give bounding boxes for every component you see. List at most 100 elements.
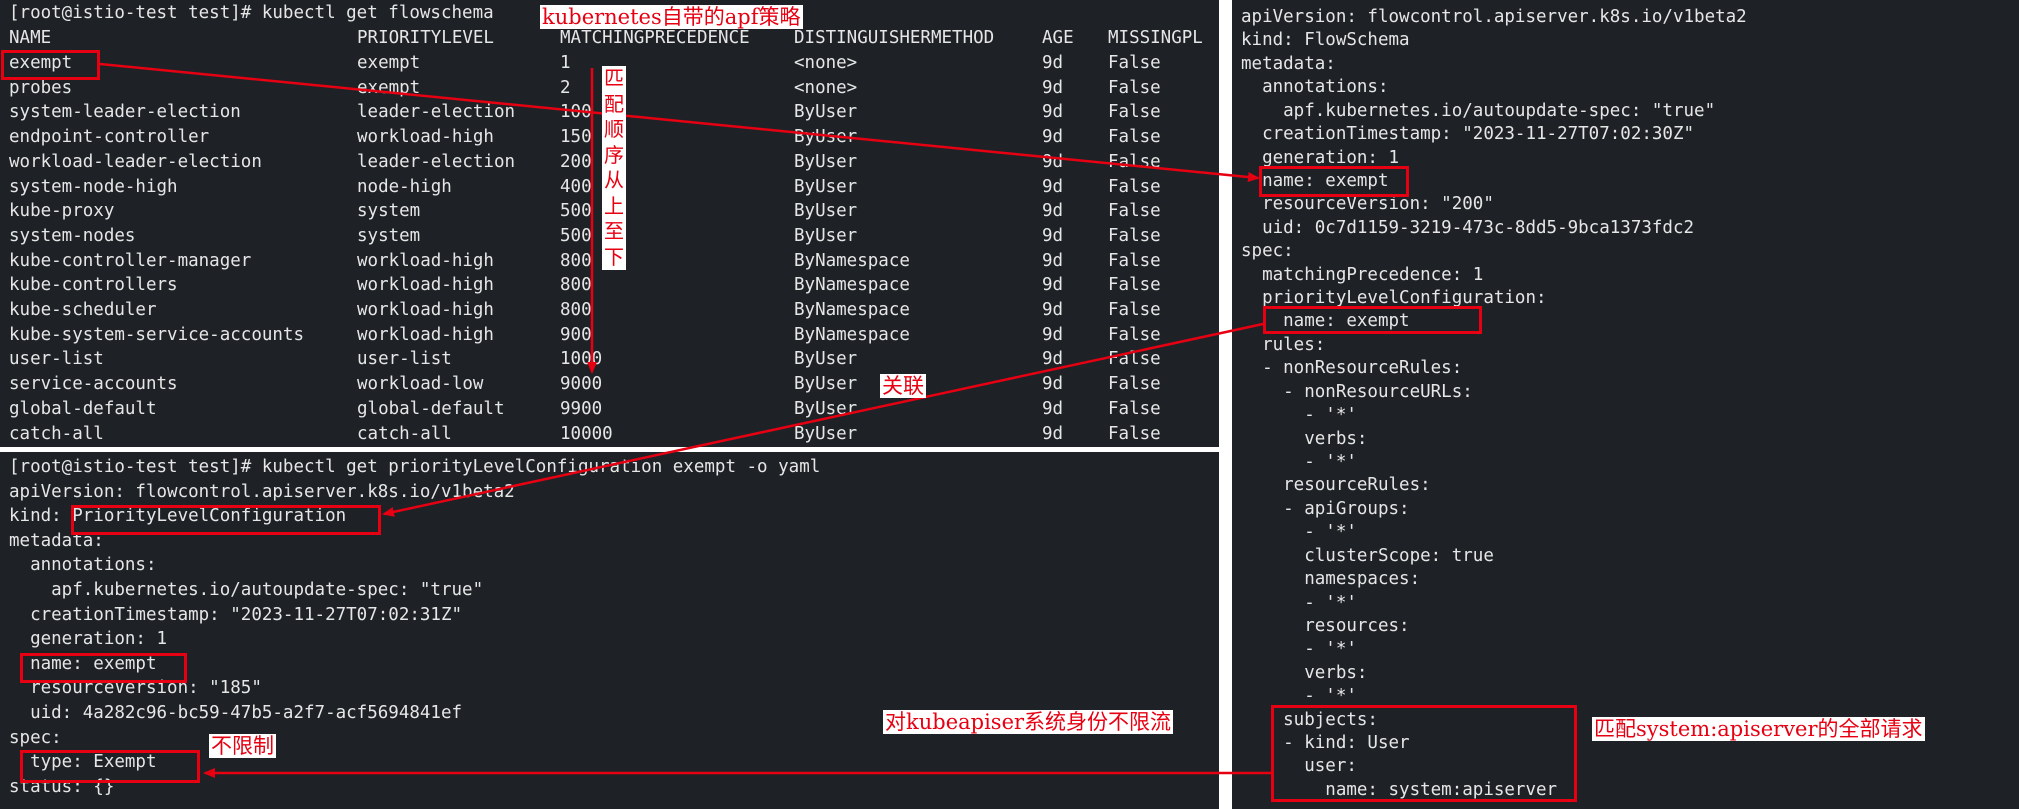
cell-matchingprecedence: 9000 <box>560 374 603 395</box>
flowschema-yaml-line: - '*' <box>1241 451 1357 472</box>
plc-yaml-line: apf.kubernetes.io/autoupdate-spec: "true… <box>9 580 484 600</box>
flowschema-yaml-line: metadata: <box>1241 53 1336 74</box>
flowschema-yaml-line: - '*' <box>1241 639 1357 660</box>
cell-prioritylevel: leader-election <box>357 151 516 172</box>
cell-missingpl: False <box>1108 225 1161 246</box>
flowschema-yaml-line: - nonResourceURLs: <box>1241 381 1473 402</box>
column-header-missingpl: MISSINGPL <box>1108 28 1203 48</box>
flowschema-yaml-line: resources: <box>1241 615 1410 636</box>
cell-name: kube-proxy <box>9 201 115 222</box>
cell-missingpl: False <box>1108 398 1161 419</box>
cell-matchingprecedence: 1 <box>560 53 571 73</box>
cell-distinguishermethod: ByUser <box>794 398 858 419</box>
cell-distinguishermethod: ByUser <box>794 374 858 395</box>
annotation-association: 关联 <box>880 374 926 398</box>
cell-age: 9d <box>1042 300 1064 320</box>
flowschema-yaml-line: namespaces: <box>1241 569 1421 590</box>
flowschema-yaml-line: apiVersion: flowcontrol.apiserver.k8s.io… <box>1241 7 1747 27</box>
cell-distinguishermethod: ByUser <box>794 127 858 148</box>
cell-missingpl: False <box>1108 102 1161 123</box>
flowschema-yaml-line: kind: FlowSchema <box>1241 30 1410 51</box>
cell-distinguishermethod: ByUser <box>794 151 858 172</box>
cell-matchingprecedence: 500 <box>560 201 592 222</box>
flowschema-yaml-line: clusterScope: true <box>1241 545 1494 566</box>
cell-prioritylevel: leader-election <box>357 102 516 123</box>
table-row: catch-all catch-all 10000 ByUser 9d False <box>9 422 1219 447</box>
cell-missingpl: False <box>1108 324 1161 345</box>
cell-missingpl: False <box>1108 53 1161 73</box>
flowschema-yaml-line: resourceRules: <box>1241 475 1431 496</box>
cell-prioritylevel: exempt <box>357 77 421 98</box>
cell-age: 9d <box>1042 102 1064 123</box>
cell-missingpl: False <box>1108 176 1161 197</box>
cell-missingpl: False <box>1108 374 1161 395</box>
cell-distinguishermethod: ByNamespace <box>794 324 910 345</box>
flowschema-yaml-line: - apiGroups: <box>1241 498 1410 519</box>
cell-matchingprecedence: 400 <box>560 176 592 197</box>
plc-yaml-line: spec: <box>9 727 62 748</box>
highlight-box-plc-name <box>20 653 187 683</box>
cell-name: catch-all <box>9 423 104 444</box>
flowschema-yaml-terminal[interactable]: apiVersion: flowcontrol.apiserver.k8s.io… <box>1232 0 2019 809</box>
flowschema-yaml-line: - '*' <box>1241 592 1357 613</box>
cell-name: service-accounts <box>9 374 178 395</box>
cell-missingpl: False <box>1108 300 1161 320</box>
cell-distinguishermethod: ByNamespace <box>794 250 910 271</box>
cell-matchingprecedence: 800 <box>560 275 592 296</box>
plc-yaml-line: [root@istio-test test]# kubectl get prio… <box>9 457 821 477</box>
cell-prioritylevel: workload-high <box>357 324 494 345</box>
cell-age: 9d <box>1042 275 1064 296</box>
cell-prioritylevel: exempt <box>357 53 421 73</box>
column-header-age: AGE <box>1042 28 1074 48</box>
cell-distinguishermethod: ByUser <box>794 225 858 246</box>
table-row: kube-controllers workload-high 800 ByNamesp… <box>9 273 1219 298</box>
highlight-box-exempt-row <box>1 50 100 80</box>
cell-prioritylevel: user-list <box>357 349 452 370</box>
cell-distinguishermethod: <none> <box>794 77 858 98</box>
table-row: kube-scheduler workload-high 800 ByNamespac… <box>9 298 1219 323</box>
flowschema-yaml-line: verbs: <box>1241 662 1368 683</box>
highlight-box-priority-level-name <box>1263 306 1482 334</box>
annotation-builtin-apf: kubernetes自带的apf策略 <box>540 5 803 29</box>
cell-matchingprecedence: 9900 <box>560 398 603 419</box>
flowschema-yaml-line: verbs: <box>1241 428 1368 449</box>
cell-age: 9d <box>1042 374 1064 395</box>
cell-name: user-list <box>9 349 104 370</box>
cell-age: 9d <box>1042 201 1064 222</box>
cell-distinguishermethod: ByUser <box>794 423 858 444</box>
cell-name: system-nodes <box>9 225 136 246</box>
cell-prioritylevel: global-default <box>357 398 505 419</box>
cell-matchingprecedence: 100 <box>560 102 592 123</box>
cell-matchingprecedence: 900 <box>560 324 592 345</box>
plc-yaml-line: creationTimestamp: "2023-11-27T07:02:31Z… <box>9 604 463 625</box>
cell-prioritylevel: system <box>357 201 421 222</box>
cell-prioritylevel: system <box>357 225 421 246</box>
cell-missingpl: False <box>1108 275 1161 296</box>
annotation-match-order: 匹配顺序从上至下 <box>602 66 626 270</box>
cell-matchingprecedence: 800 <box>560 300 592 320</box>
cell-matchingprecedence: 200 <box>560 151 592 172</box>
cell-distinguishermethod: ByUser <box>794 349 858 370</box>
annotation-match-apiserver-requests: 匹配system:apiserver的全部请求 <box>1592 717 1925 741</box>
cell-missingpl: False <box>1108 127 1161 148</box>
annotation-no-limit-kubeapiserver: 对kubeapiser系统身份不限流 <box>883 710 1174 734</box>
table-row: service-accounts workload-low 9000 ByUser 9d… <box>9 372 1219 397</box>
table-row: global-default global-default 9900 ByUser 9d… <box>9 397 1219 422</box>
column-header-matchingprecedence: MATCHINGPRECEDENCE <box>560 28 750 48</box>
flowschema-yaml-line: uid: 0c7d1159-3219-473c-8dd5-9bca1373fdc… <box>1241 217 1695 238</box>
cell-age: 9d <box>1042 127 1064 148</box>
cell-matchingprecedence: 500 <box>560 225 592 246</box>
cell-matchingprecedence: 10000 <box>560 423 613 444</box>
table-header: NAME PRIORITYLEVEL MATCHINGPRECEDENCE DI… <box>9 26 1219 51</box>
flowschema-yaml-line: matchingPrecedence: 1 <box>1241 264 1484 285</box>
cell-age: 9d <box>1042 398 1064 419</box>
cell-name: kube-scheduler <box>9 300 157 320</box>
cell-name: kube-system-service-accounts <box>9 324 305 345</box>
cell-distinguishermethod: ByUser <box>794 176 858 197</box>
cell-missingpl: False <box>1108 423 1161 444</box>
annotation-no-limit: 不限制 <box>209 734 276 758</box>
cell-prioritylevel: workload-high <box>357 275 494 296</box>
cell-age: 9d <box>1042 423 1064 444</box>
cell-name: endpoint-controller <box>9 127 210 148</box>
highlight-box-plc-kind <box>71 505 381 535</box>
